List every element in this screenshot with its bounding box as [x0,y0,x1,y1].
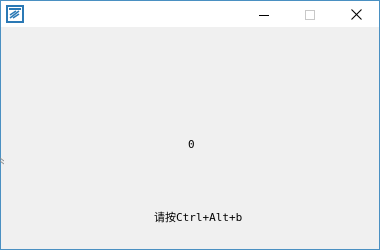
maximize-button[interactable] [287,1,333,27]
client-area: 0 请按Ctrl+Alt+b [1,27,379,249]
resize-grip-icon [0,150,5,165]
app-window: 0 请按Ctrl+Alt+b [0,0,380,250]
counter-value: 0 [188,138,195,151]
app-window-icon[interactable] [6,5,24,23]
close-icon [350,5,362,24]
hotkey-hint: 请按Ctrl+Alt+b [154,211,243,224]
close-button[interactable] [333,1,379,27]
title-bar[interactable] [1,1,379,27]
maximize-icon [305,5,315,24]
minimize-icon [259,5,269,24]
minimize-button[interactable] [241,1,287,27]
